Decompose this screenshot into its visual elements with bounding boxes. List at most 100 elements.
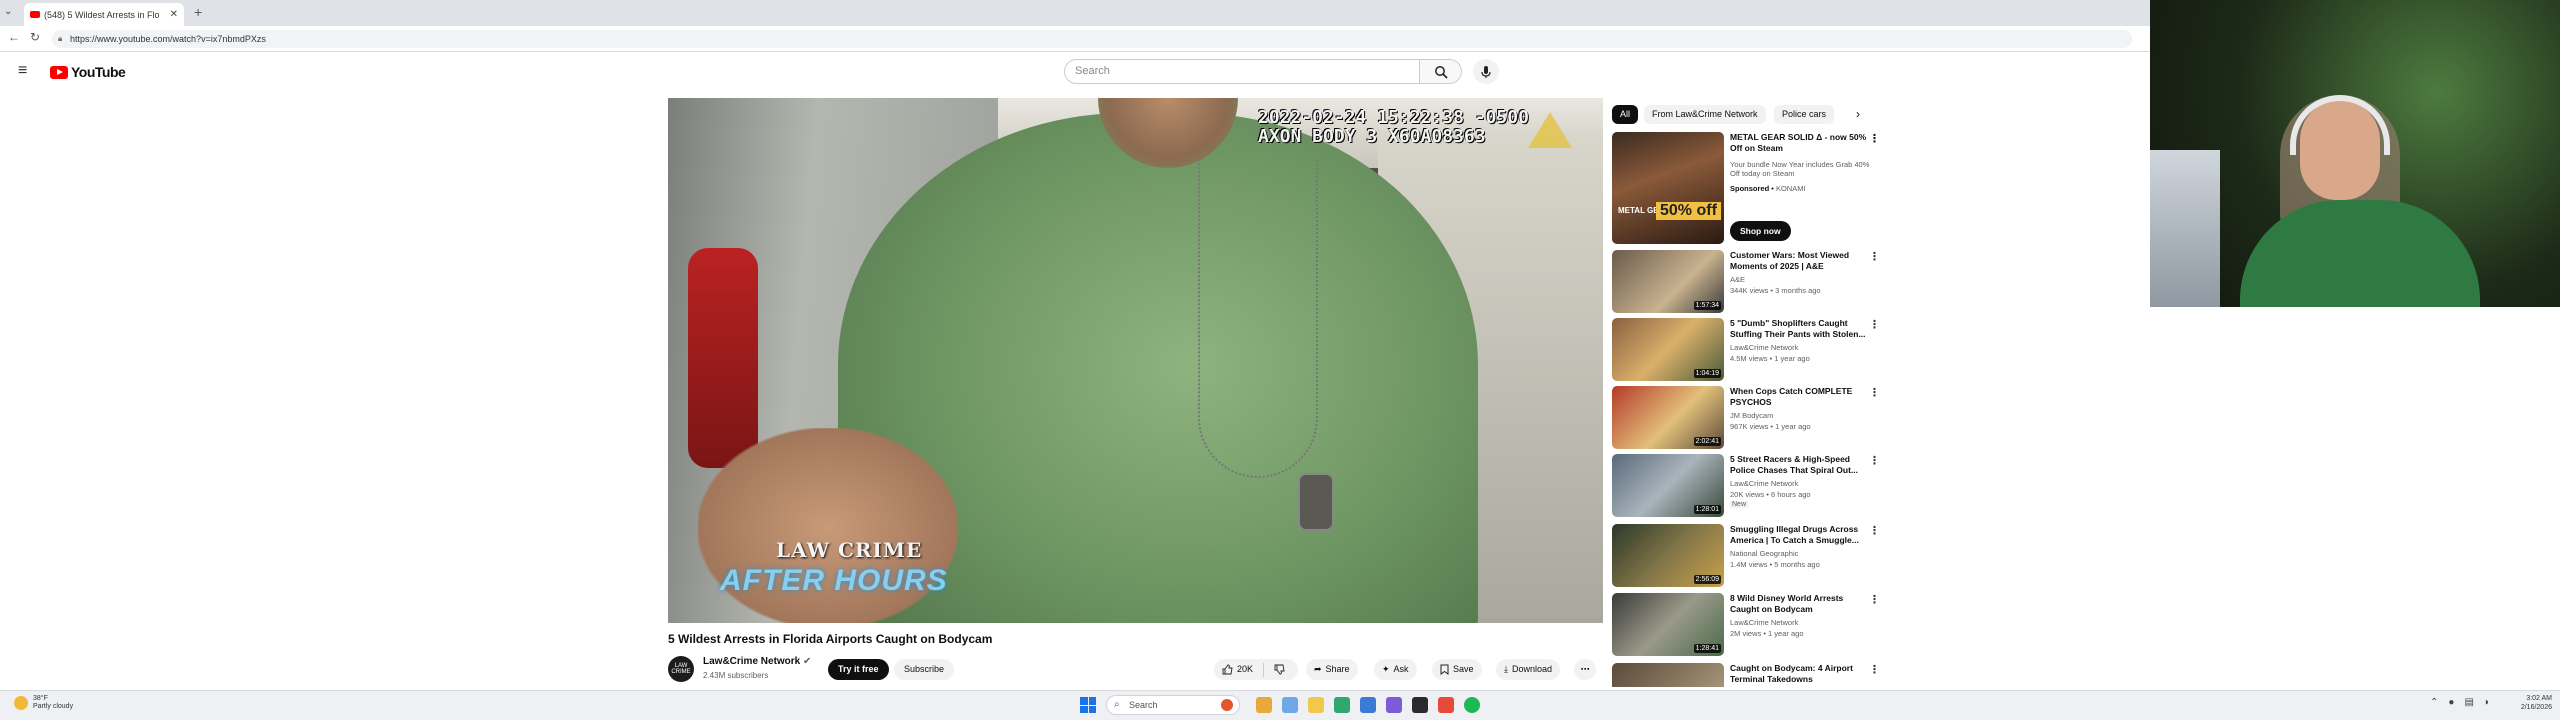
recommended-video-3[interactable]: 2:02:41 When Cops Catch COMPLETE PSYCHOS…: [1612, 386, 1880, 450]
thumbs-up-icon: [1222, 664, 1233, 675]
chip-all[interactable]: All: [1612, 105, 1639, 124]
ad-sponsored-label: Sponsored: [1730, 184, 1770, 193]
edge-browser-icon[interactable]: [1282, 697, 1298, 713]
hamburger-menu-icon[interactable]: ≡: [18, 62, 27, 80]
recommended-video-6[interactable]: 1:28:41 8 Wild Disney World Arrests Caug…: [1612, 593, 1880, 657]
store-icon[interactable]: [1360, 697, 1376, 713]
watermark-after-hours: AFTER HOURS: [720, 564, 948, 597]
recommended-video-4[interactable]: 1:28:01 5 Street Racers & High-Speed Pol…: [1612, 454, 1880, 518]
voice-search-button[interactable]: [1473, 59, 1499, 84]
video-menu-icon[interactable]: ⋮: [1869, 454, 1880, 467]
video-duration: 1:04:19: [1693, 369, 1721, 378]
tab-list-chevron-icon[interactable]: ⌄: [4, 6, 12, 17]
save-button[interactable]: Save: [1432, 659, 1482, 680]
video-menu-icon[interactable]: ⋮: [1869, 524, 1880, 537]
video-card-title: Smuggling Illegal Drugs Across America |…: [1730, 524, 1859, 545]
taskbar-clock[interactable]: 3:02 AM 2/16/2026: [2516, 694, 2552, 712]
video-player[interactable]: 2022-02-24 15:22:38 -0500 AXON BODY 3 X6…: [668, 98, 1603, 623]
chrome-icon[interactable]: [1334, 697, 1350, 713]
recommended-video-1[interactable]: 1:57:34 Customer Wars: Most Viewed Momen…: [1612, 250, 1880, 314]
video-card-title: 5 Street Racers & High-Speed Police Chas…: [1730, 454, 1859, 475]
thumbs-down-icon[interactable]: [1274, 664, 1285, 675]
url-field[interactable]: 🔒︎ https://www.youtube.com/watch?v=ix7nb…: [52, 30, 2132, 48]
recommended-video-2[interactable]: 1:04:19 5 "Dumb" Shoplifters Caught Stuf…: [1612, 318, 1880, 382]
more-actions-button[interactable]: ⋯: [1574, 659, 1596, 680]
discord-icon[interactable]: [1386, 697, 1402, 713]
windows-start-icon[interactable]: [1080, 697, 1096, 713]
search-icon: [1434, 65, 1448, 79]
microphone-tray-icon[interactable]: ●: [2448, 697, 2454, 708]
network-icon[interactable]: ▤: [2464, 697, 2473, 708]
taskbar-search-box[interactable]: ⌕ Search: [1106, 695, 1240, 715]
recommended-video-5[interactable]: 2:56:09 Smuggling Illegal Drugs Across A…: [1612, 524, 1880, 588]
share-button[interactable]: ➦ Share: [1306, 659, 1358, 680]
video-thumbnail[interactable]: 2:56:09: [1612, 524, 1724, 587]
clock-date: 2/16/2026: [2520, 704, 2552, 711]
download-label: Download: [1511, 664, 1553, 674]
sponsored-ad-card[interactable]: METAL GEAR SOLID 50% off METAL GEAR SOLI…: [1612, 132, 1880, 244]
lock-icon: 🔒︎: [58, 34, 63, 43]
video-thumbnail[interactable]: 1:04:19: [1612, 318, 1724, 381]
ad-menu-icon[interactable]: ⋮: [1869, 132, 1880, 145]
share-arrow-icon: ➦: [1314, 664, 1322, 674]
video-frame-dog-tag: [1298, 473, 1334, 531]
verified-check-icon: ✔︎: [803, 656, 812, 667]
youtube-play-icon: [50, 65, 68, 79]
video-thumbnail[interactable]: 2:02:41: [1612, 386, 1724, 449]
chip-police-cars[interactable]: Police cars: [1774, 105, 1835, 124]
video-card-meta: 967K views • 1 year ago: [1730, 422, 1811, 431]
video-thumbnail[interactable]: 1:57:34: [1612, 250, 1724, 313]
like-count: 20K: [1237, 664, 1254, 674]
weather-widget[interactable]: 38°F Partly cloudy: [14, 695, 73, 711]
browser-tab-active[interactable]: (548) 5 Wildest Arrests in Flo ✕: [24, 3, 184, 26]
new-tab-button[interactable]: +: [194, 4, 202, 20]
recommended-video-7[interactable]: Caught on Bodycam: 4 Airport Terminal Ta…: [1612, 663, 1877, 687]
video-duration: 1:28:41: [1693, 644, 1721, 653]
reload-icon[interactable]: ↻: [30, 30, 40, 44]
ad-thumbnail[interactable]: METAL GEAR SOLID 50% off: [1612, 132, 1724, 244]
video-menu-icon[interactable]: ⋮: [1869, 386, 1880, 399]
chip-from-channel[interactable]: From Law&Crime Network: [1644, 105, 1766, 124]
tab-close-icon[interactable]: ✕: [170, 9, 178, 20]
youtube-logo[interactable]: YouTube: [50, 64, 126, 80]
video-thumbnail[interactable]: 1:28:01: [1612, 454, 1724, 517]
shop-now-button[interactable]: Shop now: [1730, 221, 1791, 241]
task-view-icon[interactable]: [1256, 697, 1272, 713]
video-card-title: 5 "Dumb" Shoplifters Caught Stuffing The…: [1730, 318, 1866, 339]
video-thumbnail[interactable]: 1:28:41: [1612, 593, 1724, 656]
media-app-icon[interactable]: [1438, 697, 1454, 713]
video-menu-icon[interactable]: ⋮: [1869, 663, 1877, 676]
back-arrow-icon[interactable]: ←: [8, 30, 20, 44]
video-frame-necklace: [1198, 158, 1318, 478]
sparkle-icon: ✦: [1382, 664, 1390, 674]
chevron-right-icon[interactable]: ›: [1856, 107, 1860, 121]
channel-avatar[interactable]: LAW CRIME: [668, 656, 694, 682]
steam-icon[interactable]: [1412, 697, 1428, 713]
file-explorer-icon[interactable]: [1308, 697, 1324, 713]
microphone-icon: [1481, 65, 1491, 78]
spotify-icon[interactable]: [1464, 697, 1480, 713]
try-it-free-button[interactable]: Try it free: [828, 659, 889, 680]
search-button[interactable]: [1420, 59, 1462, 84]
channel-name[interactable]: Law&Crime Network ✔︎: [703, 656, 811, 667]
system-tray[interactable]: ⌃ ● ▤ ◗: [2430, 697, 2490, 708]
ask-button[interactable]: ✦ Ask: [1374, 659, 1417, 680]
video-card-title: When Cops Catch COMPLETE PSYCHOS: [1730, 386, 1853, 407]
video-thumbnail[interactable]: [1612, 663, 1724, 687]
volume-icon[interactable]: ◗: [2484, 697, 2490, 708]
video-menu-icon[interactable]: ⋮: [1869, 593, 1880, 606]
search-input[interactable]: Search: [1064, 59, 1420, 84]
subscribe-button[interactable]: Subscribe: [894, 659, 955, 680]
save-label: Save: [1453, 664, 1474, 674]
bookmark-icon: [1440, 664, 1449, 675]
tray-chevron-icon[interactable]: ⌃: [2430, 697, 2438, 708]
new-badge: New: [1730, 501, 1749, 508]
video-duration: 2:02:41: [1693, 437, 1721, 446]
ad-advertiser: KONAMI: [1775, 184, 1806, 193]
share-label: Share: [1325, 664, 1350, 674]
video-menu-icon[interactable]: ⋮: [1869, 318, 1880, 331]
url-text: https://www.youtube.com/watch?v=ix7nbmdP…: [70, 34, 266, 44]
download-button[interactable]: ⤓ Download: [1496, 659, 1561, 680]
like-button[interactable]: 20K: [1222, 659, 1253, 680]
video-menu-icon[interactable]: ⋮: [1869, 250, 1880, 263]
